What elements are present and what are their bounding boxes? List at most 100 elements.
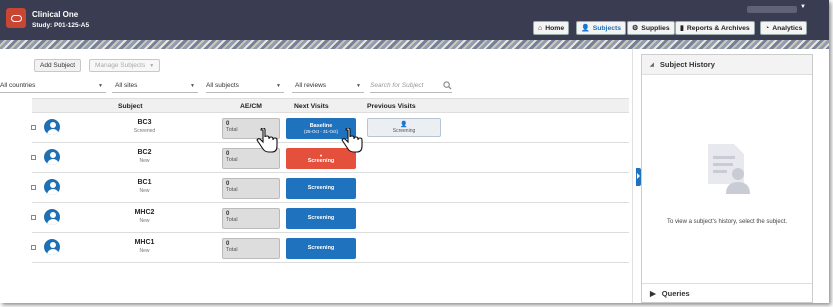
avatar bbox=[42, 147, 62, 167]
next-visit-label: Screening bbox=[307, 245, 335, 252]
add-subject-button[interactable]: Add Subject bbox=[34, 59, 82, 72]
subject-id[interactable]: BC2 bbox=[92, 149, 197, 156]
subject-id[interactable]: BC3 bbox=[92, 119, 197, 126]
study-label: Study: P01-125-A5 bbox=[32, 22, 90, 29]
aecm-label: Total bbox=[226, 127, 238, 133]
expand-triangle-icon: ▶ bbox=[650, 289, 656, 298]
subject-status: Screened bbox=[133, 128, 156, 134]
nav-home-label: Home bbox=[545, 24, 565, 32]
aecm-box[interactable]: 0 Total bbox=[222, 208, 280, 229]
avatar bbox=[42, 117, 62, 137]
row-checkbox[interactable] bbox=[31, 215, 36, 220]
person-icon: 👤 bbox=[581, 25, 590, 32]
app-title: Clinical One bbox=[32, 10, 79, 19]
subject-search-input[interactable]: Search for Subject bbox=[370, 79, 452, 93]
table-row[interactable]: MHC1 New 0 Total Screening bbox=[31, 233, 629, 263]
subject-history-message: To view a subject's history, select the … bbox=[666, 219, 788, 225]
caret-down-icon[interactable]: ▼ bbox=[800, 4, 806, 10]
subject-history-panel: ◢ Subject History To view a subject's hi… bbox=[641, 54, 813, 303]
previous-visit-label: Screening bbox=[392, 128, 416, 134]
subject-status: New bbox=[139, 158, 150, 164]
oracle-logo-icon[interactable] bbox=[6, 8, 26, 28]
next-visit-label: Baseline bbox=[309, 122, 333, 129]
manage-subjects-button[interactable]: Manage Subjects ▼ bbox=[89, 59, 161, 72]
table-header: Subject AE/CM Next Visits Previous Visit… bbox=[32, 98, 629, 113]
aecm-label: Total bbox=[226, 247, 238, 253]
next-visit-button[interactable]: Screening bbox=[286, 178, 356, 199]
table-row[interactable]: MHC2 New 0 Total Screening bbox=[31, 203, 629, 233]
chevron-down-icon: ▼ bbox=[149, 62, 155, 69]
chevron-down-icon: ▼ bbox=[276, 82, 281, 89]
previous-visit-button[interactable]: 👤 Screening bbox=[367, 118, 441, 137]
nav-analytics-label: Analytics bbox=[772, 24, 803, 32]
queries-title: Queries bbox=[661, 289, 690, 298]
row-checkbox[interactable] bbox=[31, 245, 36, 250]
aecm-label: Total bbox=[226, 217, 238, 223]
subject-status: New bbox=[139, 218, 150, 224]
chevron-down-icon: ▼ bbox=[190, 82, 195, 89]
site-filter[interactable]: All sites ▼ bbox=[112, 79, 198, 93]
aecm-box[interactable]: 0 Total bbox=[222, 178, 280, 199]
review-filter[interactable]: All reviews ▼ bbox=[292, 79, 364, 93]
nav-reports-label: Reports & Archives bbox=[686, 24, 750, 32]
gauge-icon: ◔ bbox=[765, 24, 770, 32]
row-checkbox[interactable] bbox=[31, 125, 36, 130]
next-visit-button[interactable]: Screening bbox=[286, 208, 356, 229]
home-icon: ⌂ bbox=[538, 24, 543, 32]
table-row[interactable]: BC2 New 0 Total ● Screening bbox=[31, 143, 629, 173]
country-filter-value: All countries bbox=[0, 82, 36, 89]
user-menu[interactable] bbox=[747, 6, 797, 13]
nav-home-button[interactable]: ⌂ Home bbox=[533, 21, 570, 35]
subject-id[interactable]: MHC2 bbox=[92, 209, 197, 216]
next-visit-label: Screening bbox=[307, 185, 335, 192]
pointer-hand-icon bbox=[256, 128, 278, 153]
subject-filter[interactable]: All subjects ▼ bbox=[206, 79, 284, 93]
nav-subjects-button[interactable]: 👤 Subjects bbox=[576, 21, 627, 35]
search-placeholder: Search for Subject bbox=[370, 82, 424, 89]
document-person-icon bbox=[708, 144, 750, 194]
subject-status: New bbox=[139, 248, 150, 254]
manage-subjects-label: Manage Subjects bbox=[95, 62, 146, 69]
chevron-down-icon: ▼ bbox=[356, 82, 361, 89]
subject-history-title: Subject History bbox=[659, 60, 715, 69]
bar-chart-icon: ▮ bbox=[680, 25, 684, 32]
panel-divider bbox=[632, 49, 633, 303]
header-banner-pattern bbox=[0, 40, 829, 49]
subject-column-header[interactable]: Subject bbox=[118, 99, 143, 114]
review-filter-value: All reviews bbox=[295, 82, 327, 89]
country-filter[interactable]: All countries ▼ bbox=[0, 79, 106, 93]
avatar bbox=[42, 177, 62, 197]
top-bar: Clinical One Study: P01-125-A5 ▼ ⌂ Home … bbox=[0, 0, 829, 40]
table-row[interactable]: BC3 Screened 0 Total Baseline (25-Oct - 31… bbox=[31, 113, 629, 143]
nav-reports-button[interactable]: ▮ Reports & Archives bbox=[675, 21, 755, 35]
pointer-hand-icon bbox=[341, 128, 363, 153]
search-icon bbox=[443, 81, 452, 90]
avatar bbox=[42, 237, 62, 257]
site-filter-value: All sites bbox=[115, 82, 138, 89]
subject-history-header[interactable]: ◢ Subject History bbox=[642, 55, 812, 75]
aecm-box[interactable]: 0 Total bbox=[222, 238, 280, 259]
subject-id[interactable]: MHC1 bbox=[92, 239, 197, 246]
row-checkbox[interactable] bbox=[31, 155, 36, 160]
supplies-icon: ⚙ bbox=[632, 25, 639, 32]
nav-supplies-button[interactable]: ⚙ Supplies bbox=[627, 21, 675, 35]
nav-analytics-button[interactable]: ◔ Analytics bbox=[760, 21, 808, 35]
chevron-down-icon: ▼ bbox=[98, 82, 103, 89]
previous-visits-column-header[interactable]: Previous Visits bbox=[367, 99, 416, 114]
aecm-column-header[interactable]: AE/CM bbox=[240, 99, 262, 114]
subject-status: New bbox=[139, 188, 150, 194]
person-icon: 👤 bbox=[400, 122, 408, 128]
subject-filter-value: All subjects bbox=[206, 82, 239, 89]
next-visit-label: Screening bbox=[307, 215, 335, 222]
next-visits-column-header[interactable]: Next Visits bbox=[294, 99, 329, 114]
table-row[interactable]: BC1 New 0 Total Screening bbox=[31, 173, 629, 203]
next-visit-label: Screening bbox=[307, 157, 335, 164]
app-window: Clinical One Study: P01-125-A5 ▼ ⌂ Home … bbox=[0, 0, 829, 303]
nav-subjects-label: Subjects bbox=[592, 24, 622, 32]
aecm-label: Total bbox=[226, 157, 238, 163]
subject-id[interactable]: BC1 bbox=[92, 179, 197, 186]
expand-triangle-icon: ◢ bbox=[650, 61, 654, 68]
row-checkbox[interactable] bbox=[31, 185, 36, 190]
next-visit-button[interactable]: Screening bbox=[286, 238, 356, 259]
queries-section[interactable]: ▶ Queries bbox=[642, 283, 812, 303]
